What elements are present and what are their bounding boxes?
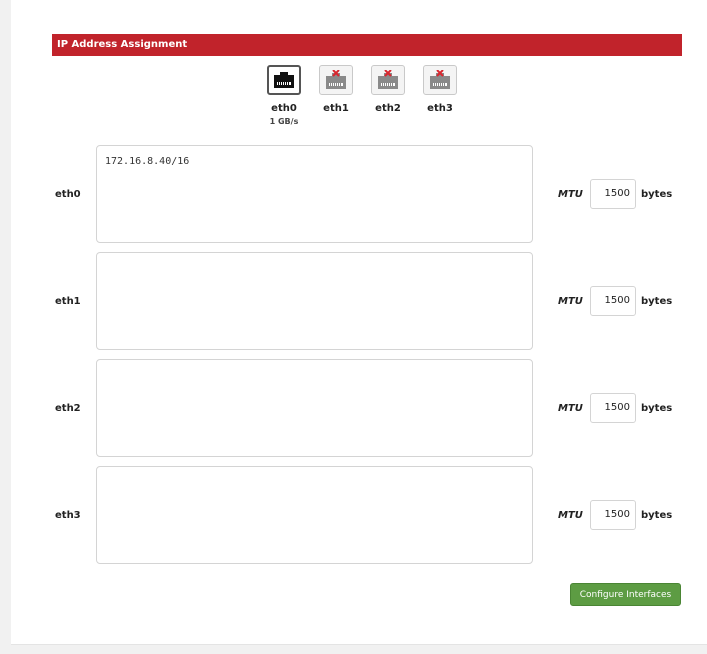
mtu-input[interactable]: 1500 <box>590 286 636 316</box>
mtu-unit: bytes <box>641 403 673 414</box>
port-eth0[interactable]: eth0 1 GB/s <box>266 65 302 126</box>
section-header: IP Address Assignment <box>52 34 682 56</box>
ethernet-port-disconnected-icon <box>423 65 457 95</box>
mtu-label: MTU <box>558 189 583 200</box>
mtu-input[interactable]: 1500 <box>590 179 636 209</box>
interface-row-eth3: eth3 MTU 1500 bytes <box>0 466 707 564</box>
port-status-bar: eth0 1 GB/s eth1 eth2 eth3 <box>266 65 458 126</box>
interface-label: eth2 <box>55 403 81 414</box>
configure-interfaces-button[interactable]: Configure Interfaces <box>570 583 681 606</box>
mtu-input[interactable]: 1500 <box>590 500 636 530</box>
port-name: eth2 <box>375 103 401 114</box>
mtu-unit: bytes <box>641 189 673 200</box>
ip-addresses-textarea[interactable] <box>96 359 533 457</box>
ip-addresses-textarea[interactable] <box>96 252 533 350</box>
interface-label: eth1 <box>55 296 81 307</box>
port-eth1[interactable]: eth1 <box>318 65 354 126</box>
interface-row-eth0: eth0 172.16.8.40/16 MTU 1500 bytes <box>0 145 707 243</box>
interface-label: eth0 <box>55 189 81 200</box>
interface-row-eth1: eth1 MTU 1500 bytes <box>0 252 707 350</box>
port-eth2[interactable]: eth2 <box>370 65 406 126</box>
interface-label: eth3 <box>55 510 81 521</box>
mtu-label: MTU <box>558 510 583 521</box>
ethernet-port-connected-icon <box>267 65 301 95</box>
ethernet-port-disconnected-icon <box>371 65 405 95</box>
port-name: eth1 <box>323 103 349 114</box>
port-name: eth0 <box>271 103 297 114</box>
ip-addresses-textarea[interactable]: 172.16.8.40/16 <box>96 145 533 243</box>
ip-addresses-textarea[interactable] <box>96 466 533 564</box>
port-name: eth3 <box>427 103 453 114</box>
port-speed: 1 GB/s <box>269 117 299 126</box>
interface-row-eth2: eth2 MTU 1500 bytes <box>0 359 707 457</box>
mtu-unit: bytes <box>641 510 673 521</box>
mtu-unit: bytes <box>641 296 673 307</box>
port-eth3[interactable]: eth3 <box>422 65 458 126</box>
ethernet-port-disconnected-icon <box>319 65 353 95</box>
mtu-label: MTU <box>558 296 583 307</box>
mtu-label: MTU <box>558 403 583 414</box>
mtu-input[interactable]: 1500 <box>590 393 636 423</box>
